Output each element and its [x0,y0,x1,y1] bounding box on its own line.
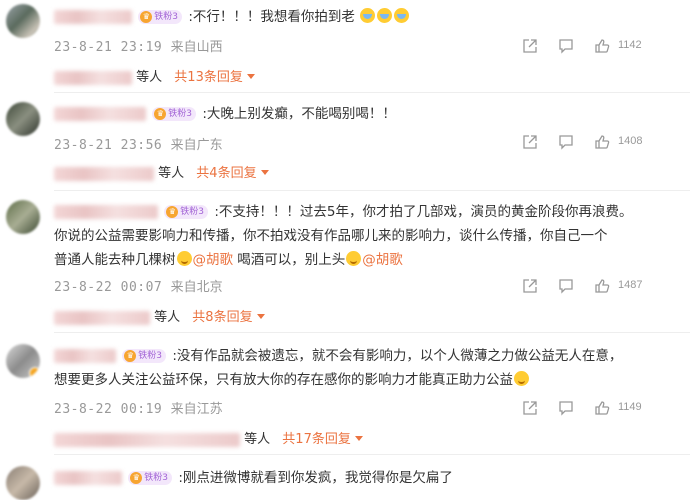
avatar[interactable] [6,344,40,378]
share-icon[interactable] [522,278,538,294]
fan-badge: ♛ 铁粉3 [164,205,209,219]
reply-username-blurred [54,70,132,85]
divider [54,190,690,191]
smile-emoji-icon [514,371,529,386]
comment-time: 23-8-22 00:07 [54,280,163,295]
comment-body: :大晚上别发癫，不能喝别喝！！ [202,106,396,122]
comment-text: ♛ 铁粉3 :大晚上别发癫，不能喝别喝！！ [54,102,396,126]
crying-emoji-icon [394,8,410,23]
comment-body: :刚点进微博就看到你发疯，我觉得你是欠扁了 [178,470,453,486]
avatar[interactable] [6,466,40,500]
comment-icon[interactable] [558,134,574,150]
avatar[interactable] [6,4,40,38]
like-count: 1149 [618,401,642,413]
crown-icon: ♛ [124,350,137,362]
comment-time: 23-8-21 23:56 [54,138,163,153]
replies-summary[interactable]: 等人 共17条回复 [54,428,363,447]
comment-actions: 1142 [522,38,672,54]
share-icon[interactable] [522,134,538,150]
like-button[interactable]: 1487 [594,278,654,294]
comment-body-line2: 你说的公益需要影响力和传播，你不拍戏没有作品哪儿来的影响力，谈什么传播，你自己一… [54,228,608,244]
comment-actions: 1149 [522,400,672,416]
fan-badge: ♛ 铁粉3 [122,349,167,363]
share-icon[interactable] [522,400,538,416]
comment-text: ♛ 铁粉3 :不支持！！！过去5年，你才拍了几部戏，演员的黄金阶段你再浪费。 你说… [54,200,632,272]
avatar[interactable] [6,102,40,136]
username-blurred[interactable] [54,107,146,121]
like-button[interactable]: 1149 [594,400,654,416]
comment-location: 来自北京 [170,280,223,295]
comment-icon[interactable] [558,38,574,54]
comment-time: 23-8-22 00:19 [54,402,163,417]
crying-emoji-icon [377,8,393,23]
username-blurred[interactable] [54,10,132,24]
crown-icon: ♛ [140,11,153,23]
username-blurred[interactable] [54,205,158,219]
comment-actions: 1487 [522,278,672,294]
comment-location: 来自山西 [170,40,223,55]
more-replies-link[interactable]: 共17条回复 [282,432,351,447]
crown-icon: ♛ [166,206,179,218]
share-icon[interactable] [522,38,538,54]
comment-body-line3a: 普通人能去种几棵树 [54,252,176,268]
comment-body-line2: 想要更多人关注公益环保，只有放大你的存在感你的影响力才能真正助力公益 [54,372,513,388]
thumbs-up-icon [595,279,610,293]
reply-username-blurred [54,166,154,181]
thumbs-up-icon [595,39,610,53]
comment-location: 来自广东 [170,138,223,153]
replies-summary[interactable]: 等人 共8条回复 [54,306,265,325]
chevron-down-icon [354,436,363,441]
fan-badge: ♛ 铁粉3 [152,107,197,121]
like-button[interactable]: 1408 [594,134,654,150]
comment-actions: 1408 [522,134,672,150]
comment-meta: 23-8-22 00:19 来自江苏 [54,398,223,417]
comment-text: ♛ 铁粉3 :刚点进微博就看到你发疯，我觉得你是欠扁了 [54,466,453,490]
more-replies-link[interactable]: 共8条回复 [192,310,252,325]
like-button[interactable]: 1142 [594,38,654,54]
reply-username-blurred [54,432,240,447]
more-replies-link[interactable]: 共13条回复 [174,70,243,85]
comment-location: 来自江苏 [170,402,223,417]
replies-summary[interactable]: 等人 共13条回复 [54,66,255,85]
comment-icon[interactable] [558,400,574,416]
reply-username-blurred [54,310,150,325]
comment-body: :不行！！！我想看你拍到老 [188,9,355,25]
divider [54,92,690,93]
comment-meta: 23-8-22 00:07 来自北京 [54,276,223,295]
username-blurred[interactable] [54,471,122,485]
like-count: 1142 [618,39,642,51]
fan-badge: ♛ 铁粉3 [128,471,173,485]
divider [54,454,690,455]
like-count: 1487 [618,279,643,291]
username-blurred[interactable] [54,349,116,363]
mention-link[interactable]: @胡歌 [193,252,234,268]
divider [54,332,690,333]
chevron-down-icon [246,74,255,79]
comment-text: ♛ 铁粉3 :没有作品就会被遗忘，就不会有影响力，以个人微薄之力做公益无人在意， … [54,344,622,392]
crown-icon: ♛ [130,472,143,484]
fan-badge: ♛ 铁粉3 [138,10,183,24]
comment-time: 23-8-21 23:19 [54,40,163,55]
thumbs-up-icon [595,135,610,149]
comment-body-line1: :没有作品就会被遗忘，就不会有影响力，以个人微薄之力做公益无人在意， [172,348,623,364]
comment-meta: 23-8-21 23:19 来自山西 [54,36,223,55]
comment-body-line1: :不支持！！！过去5年，你才拍了几部戏，演员的黄金阶段你再浪费。 [214,204,633,220]
smile-emoji-icon [176,251,192,266]
crown-icon: ♛ [154,108,167,120]
chevron-down-icon [260,170,269,175]
avatar[interactable] [6,200,40,234]
chevron-down-icon [256,314,265,319]
like-count: 1408 [618,135,643,147]
crying-emoji-icon [360,8,376,23]
mention-link[interactable]: @胡歌 [362,252,403,268]
comment-text: ♛ 铁粉3 :不行！！！我想看你拍到老 [54,5,410,29]
verified-icon [29,367,40,378]
smile-emoji-icon [346,251,362,266]
comment-body-line3b: 喝酒可以，别上头 [233,252,346,268]
more-replies-link[interactable]: 共4条回复 [196,166,256,181]
comment-icon[interactable] [558,278,574,294]
replies-summary[interactable]: 等人 共4条回复 [54,162,269,181]
thumbs-up-icon [595,401,610,415]
comment-meta: 23-8-21 23:56 来自广东 [54,134,223,153]
